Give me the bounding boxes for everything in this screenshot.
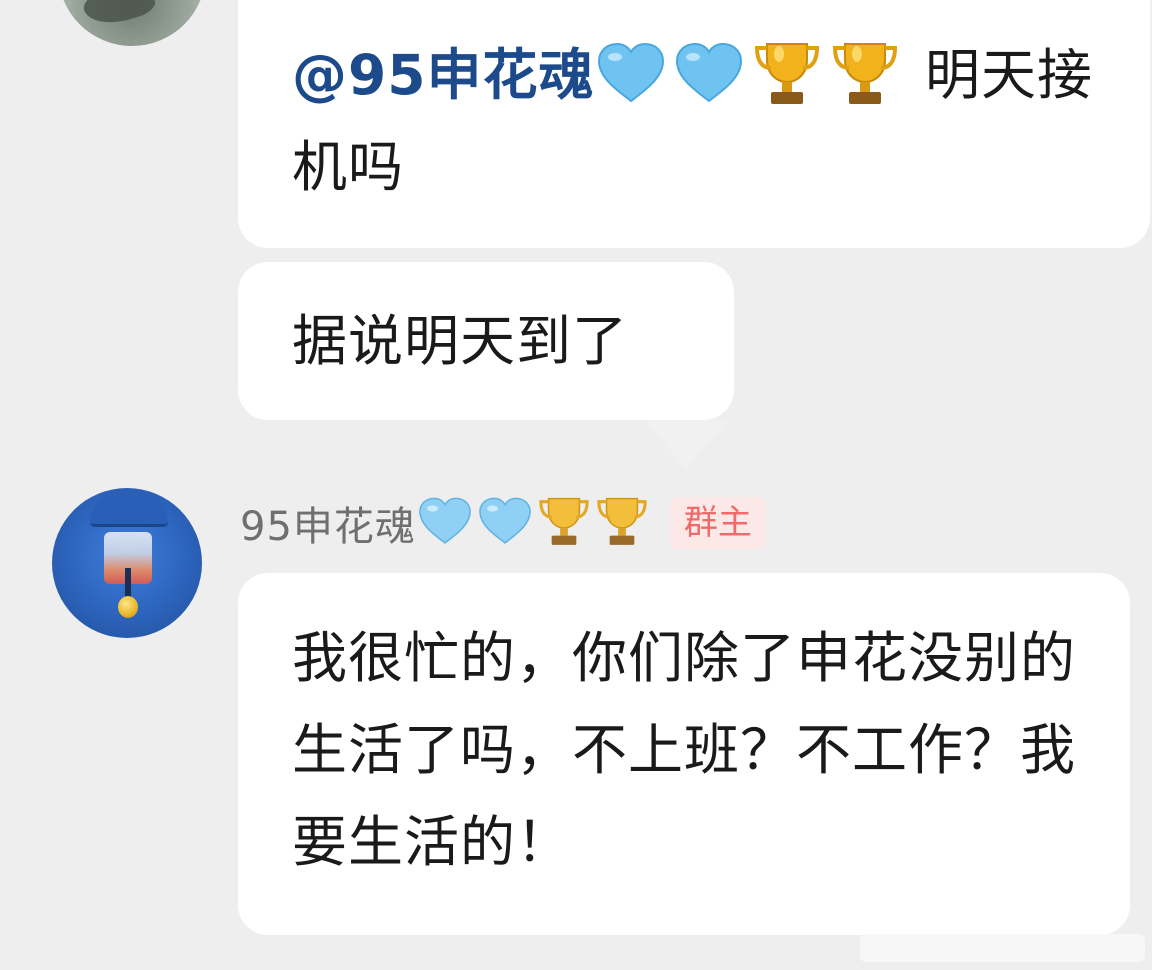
avatar[interactable]	[58, 0, 206, 46]
avatar-medal-ribbon	[125, 568, 131, 598]
message-text: 据说明天到了	[292, 309, 629, 373]
message-bubble[interactable]: 据说明天到了	[238, 262, 734, 420]
message-bubble[interactable]: @95申花魂 明天接机吗	[238, 0, 1150, 248]
sender-header: 95申花魂 群主	[240, 493, 766, 553]
watermark	[860, 934, 1145, 962]
bubble-shadow	[644, 420, 728, 468]
message-bubble[interactable]: 我很忙的，你们除了申花没别的生活了吗，不上班？不工作？我要生活的！	[238, 573, 1130, 935]
trophy-icon	[832, 42, 897, 104]
trophy-icon	[754, 42, 819, 104]
blue-heart-icon	[675, 42, 742, 103]
blue-heart-icon	[479, 497, 531, 544]
mention-link[interactable]: @95申花魂	[292, 43, 595, 107]
sender-name[interactable]: 95申花魂	[240, 494, 416, 552]
avatar-cap	[90, 490, 168, 527]
chat-screen: { "messages": [ { "mention": "@95申花魂", "…	[0, 0, 1152, 970]
trophy-icon	[597, 497, 647, 545]
blue-heart-icon	[597, 42, 664, 103]
message-text: @95申花魂 明天接机吗	[292, 29, 1122, 213]
sender-avatar[interactable]	[52, 488, 202, 638]
trophy-icon	[539, 497, 589, 545]
blue-heart-icon	[419, 497, 471, 544]
message-text: 我很忙的，你们除了申花没别的生活了吗，不上班？不工作？我要生活的！	[292, 626, 1077, 874]
avatar-medal	[118, 596, 138, 618]
role-badge: 群主	[669, 497, 766, 549]
